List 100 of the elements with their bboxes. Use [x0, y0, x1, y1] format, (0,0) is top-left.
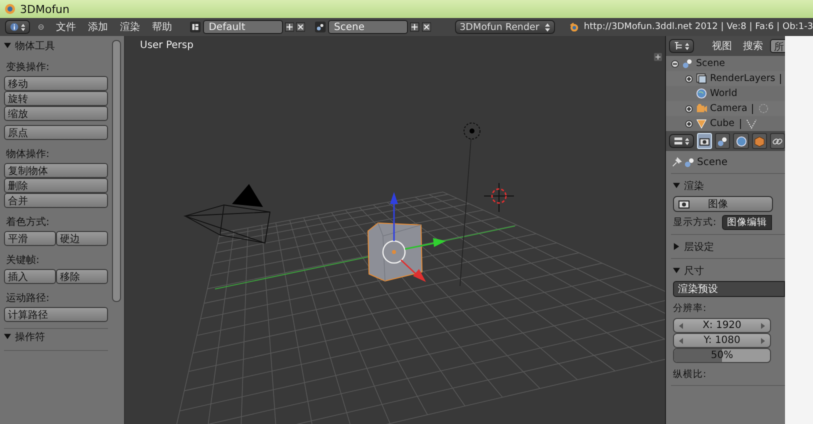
field-label: 显示方式:: [673, 216, 716, 229]
tool-button[interactable]: 平滑: [4, 231, 56, 246]
field-label: 分辨率:: [673, 302, 708, 315]
close-icon[interactable]: [296, 21, 306, 33]
add-region-icon[interactable]: [654, 53, 662, 61]
render-layers-icon: [696, 73, 707, 84]
resolution-y-field[interactable]: Y: 1080: [673, 333, 771, 348]
scene-icon: [717, 136, 728, 146]
collapse-menu-icon[interactable]: [38, 23, 44, 31]
menu-item[interactable]: 添加: [84, 20, 112, 34]
tool-button[interactable]: 移动: [4, 76, 108, 91]
tool-button[interactable]: 计算路径: [4, 307, 108, 322]
menu-item[interactable]: 搜索: [739, 39, 767, 53]
triangle-icon: [696, 118, 707, 129]
tree-item[interactable]: World: [710, 88, 738, 99]
expand-toggle-icon[interactable]: [685, 104, 693, 112]
menu-item[interactable]: 帮助: [148, 20, 176, 34]
camera-icon: [696, 103, 707, 114]
expand-toggle-icon[interactable]: [685, 74, 693, 82]
render-engine-dropdown[interactable]: 3DMofun Render: [454, 20, 556, 34]
tool-button[interactable]: 移除: [56, 269, 108, 284]
filter-dropdown[interactable]: 所: [770, 39, 785, 53]
render-image-button[interactable]: 图像: [673, 196, 773, 212]
field-label: 纵横比:: [673, 368, 708, 381]
percentage-slider[interactable]: 50%: [673, 348, 771, 363]
panel-title[interactable]: 操作符: [15, 330, 45, 344]
screen-layout-icon[interactable]: [190, 20, 201, 34]
expand-toggle-icon[interactable]: [671, 60, 679, 68]
close-icon[interactable]: [422, 21, 431, 33]
disclosure-triangle-icon[interactable]: [4, 42, 11, 49]
tool-button[interactable]: 硬边: [56, 231, 108, 246]
scene-icon[interactable]: [315, 20, 326, 34]
outliner-icon: [674, 41, 683, 51]
updown-icon: [684, 42, 689, 50]
menu-item[interactable]: 视图: [708, 39, 736, 53]
window-title: 3DMofun: [20, 2, 70, 16]
section-label: 关键帧:: [6, 254, 40, 267]
object-tab[interactable]: [752, 133, 767, 149]
resolution-x-field[interactable]: X: 1920: [673, 318, 771, 333]
constraints-tab[interactable]: [770, 133, 785, 149]
scene-icon: [682, 58, 693, 69]
tool-button[interactable]: 原点: [4, 125, 108, 140]
cube-icon: [754, 136, 765, 146]
view-label: User Persp: [140, 40, 194, 51]
tree-item[interactable]: Cube: [710, 118, 735, 129]
properties-icon: [674, 136, 683, 146]
disclosure-triangle-icon[interactable]: [673, 182, 680, 189]
panel-title[interactable]: 尺寸: [684, 264, 704, 278]
right-arrow-icon[interactable]: [760, 322, 765, 328]
disclosure-triangle-icon[interactable]: [4, 333, 11, 340]
info-icon: [10, 22, 19, 32]
tool-button[interactable]: 缩放: [4, 106, 108, 121]
disclosure-triangle-icon[interactable]: [673, 267, 680, 274]
vertices-icon[interactable]: [746, 118, 757, 129]
scrollbar[interactable]: [112, 40, 121, 302]
left-arrow-icon[interactable]: [679, 338, 683, 344]
editor-type-button[interactable]: [669, 134, 694, 148]
scene-icon: [684, 156, 695, 168]
app-icon: [4, 3, 16, 15]
tool-button[interactable]: 插入: [4, 269, 56, 284]
updown-icon: [545, 22, 550, 32]
tool-button[interactable]: 删除: [4, 178, 108, 193]
menu-item[interactable]: 文件: [52, 20, 80, 34]
plus-icon[interactable]: [410, 21, 420, 33]
panel-title[interactable]: 渲染: [684, 178, 704, 192]
section-label: 着色方式:: [6, 216, 50, 229]
world-tab[interactable]: [733, 133, 749, 149]
section-label: 物体操作:: [6, 148, 50, 161]
panel-title[interactable]: 层设定: [684, 240, 714, 254]
left-arrow-icon[interactable]: [679, 322, 683, 328]
updown-icon: [684, 136, 689, 146]
scene-stats: http://3DMofun.3ddl.net 2012 | Ve:8 | Fa:6 | Ob:1-3: [584, 22, 813, 32]
right-arrow-icon[interactable]: [761, 338, 765, 344]
editor-type-button[interactable]: [5, 20, 30, 34]
camera-icon: [699, 136, 710, 146]
editor-type-button[interactable]: [669, 39, 694, 53]
camera-icon: [678, 198, 690, 210]
section-label: 变换操作:: [6, 60, 50, 74]
plus-icon[interactable]: [285, 21, 294, 33]
tool-button[interactable]: 旋转: [4, 91, 108, 106]
render-presets-dropdown[interactable]: 渲染预设: [673, 281, 785, 297]
scene-field[interactable]: Scene: [328, 20, 408, 34]
expand-toggle-icon[interactable]: [685, 120, 693, 128]
app-logo-icon: [569, 20, 580, 34]
menu-item[interactable]: 渲染: [116, 20, 144, 34]
render-tab[interactable]: [697, 133, 712, 149]
tool-button[interactable]: 复制物体: [4, 163, 108, 178]
globe-icon: [696, 88, 707, 99]
chain-link-icon: [772, 136, 783, 146]
pin-icon[interactable]: [671, 156, 682, 168]
scene-tab[interactable]: [715, 133, 730, 149]
globe-icon: [736, 136, 746, 146]
screen-layout-field[interactable]: Default: [202, 20, 284, 34]
disclosure-triangle-icon[interactable]: [673, 243, 680, 250]
cube-drawing: [368, 222, 422, 282]
panel-title[interactable]: 物体工具: [15, 38, 55, 52]
tool-button[interactable]: 合并: [4, 193, 108, 208]
tree-item[interactable]: Scene: [696, 58, 725, 69]
3d-cursor-icon: [484, 182, 514, 212]
display-mode-dropdown[interactable]: 图像编辑: [722, 215, 772, 230]
